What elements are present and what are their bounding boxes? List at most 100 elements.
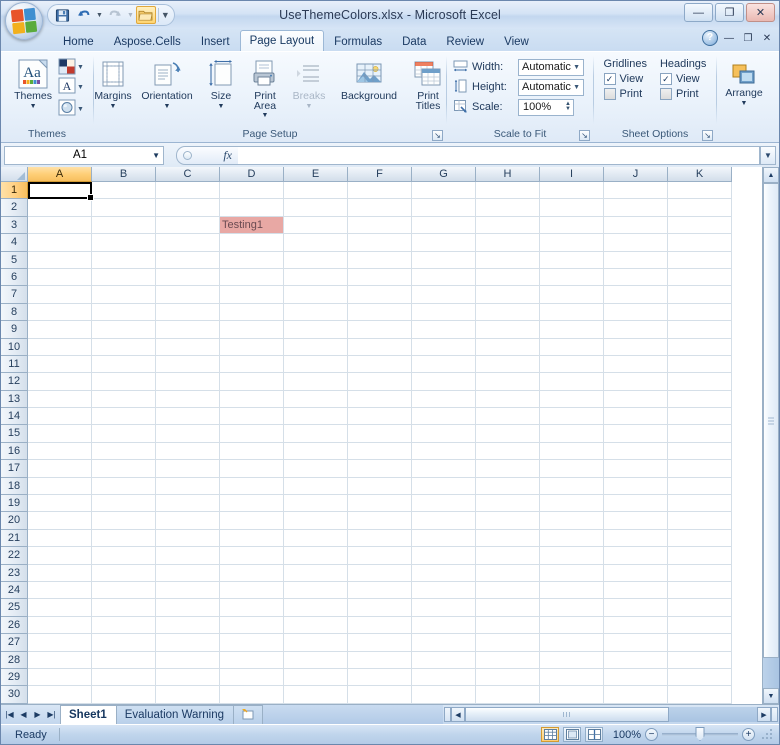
cell-I2[interactable] xyxy=(540,199,604,217)
cell-E30[interactable] xyxy=(284,686,348,704)
cell-K14[interactable] xyxy=(668,408,732,426)
cell-F15[interactable] xyxy=(348,425,412,443)
cell-I27[interactable] xyxy=(540,634,604,652)
row-header-1[interactable]: 1 xyxy=(1,182,28,200)
cell-H21[interactable] xyxy=(476,529,540,548)
cell-A5[interactable] xyxy=(28,251,92,269)
cell-D25[interactable] xyxy=(220,599,284,617)
cell-I3[interactable] xyxy=(540,216,604,235)
row-header-25[interactable]: 25 xyxy=(1,599,28,617)
cell-H7[interactable] xyxy=(476,286,540,304)
cell-J5[interactable] xyxy=(604,251,668,269)
row-header-23[interactable]: 23 xyxy=(1,564,28,582)
cell-I6[interactable] xyxy=(540,268,604,287)
cell-F18[interactable] xyxy=(348,477,412,496)
cell-C23[interactable] xyxy=(156,564,220,582)
cell-C14[interactable] xyxy=(156,408,220,426)
cell-F29[interactable] xyxy=(348,668,412,687)
tab-view[interactable]: View xyxy=(494,31,539,51)
gridlines-view-row[interactable]: ✓ View xyxy=(603,73,647,85)
cell-E17[interactable] xyxy=(284,460,348,478)
cell-D15[interactable] xyxy=(220,425,284,443)
cell-C10[interactable] xyxy=(156,338,220,356)
vertical-scroll-thumb[interactable] xyxy=(763,183,779,658)
cell-A30[interactable] xyxy=(28,686,92,704)
row-header-12[interactable]: 12 xyxy=(1,373,28,391)
row-header-26[interactable]: 26 xyxy=(1,616,28,635)
cell-I16[interactable] xyxy=(540,442,604,461)
row-header-28[interactable]: 28 xyxy=(1,651,28,669)
cell-J29[interactable] xyxy=(604,668,668,687)
zoom-out-button[interactable]: − xyxy=(645,728,658,741)
row-header-9[interactable]: 9 xyxy=(1,321,28,339)
cell-B7[interactable] xyxy=(92,286,156,304)
cell-B20[interactable] xyxy=(92,512,156,530)
width-select[interactable]: Automatic ▼ xyxy=(518,58,584,76)
cell-A7[interactable] xyxy=(28,286,92,304)
cell-H13[interactable] xyxy=(476,390,540,409)
cell-K1[interactable] xyxy=(668,182,732,200)
cell-I22[interactable] xyxy=(540,547,604,565)
cell-A23[interactable] xyxy=(28,564,92,582)
cell-C28[interactable] xyxy=(156,651,220,669)
row-header-2[interactable]: 2 xyxy=(1,199,28,217)
row-header-29[interactable]: 29 xyxy=(1,668,28,687)
cell-D16[interactable] xyxy=(220,442,284,461)
cell-I26[interactable] xyxy=(540,616,604,635)
cell-F25[interactable] xyxy=(348,599,412,617)
row-header-8[interactable]: 8 xyxy=(1,303,28,322)
cell-A9[interactable] xyxy=(28,321,92,339)
cell-B15[interactable] xyxy=(92,425,156,443)
cell-J20[interactable] xyxy=(604,512,668,530)
cell-C24[interactable] xyxy=(156,581,220,600)
page-setup-dialog-launcher[interactable]: ↘ xyxy=(432,130,443,141)
cell-B8[interactable] xyxy=(92,303,156,322)
cell-D5[interactable] xyxy=(220,251,284,269)
cell-D21[interactable] xyxy=(220,529,284,548)
cell-A20[interactable] xyxy=(28,512,92,530)
cell-B6[interactable] xyxy=(92,268,156,287)
cell-B26[interactable] xyxy=(92,616,156,635)
cell-J9[interactable] xyxy=(604,321,668,339)
cell-B11[interactable] xyxy=(92,355,156,374)
cell-I13[interactable] xyxy=(540,390,604,409)
cell-D28[interactable] xyxy=(220,651,284,669)
cell-I11[interactable] xyxy=(540,355,604,374)
cell-J11[interactable] xyxy=(604,355,668,374)
cell-G20[interactable] xyxy=(412,512,476,530)
column-header-g[interactable]: G xyxy=(412,167,476,182)
cell-D9[interactable] xyxy=(220,321,284,339)
cell-E26[interactable] xyxy=(284,616,348,635)
cell-G26[interactable] xyxy=(412,616,476,635)
cell-E28[interactable] xyxy=(284,651,348,669)
cell-B14[interactable] xyxy=(92,408,156,426)
orientation-dropdown-icon[interactable]: ▼ xyxy=(164,103,171,110)
cell-A29[interactable] xyxy=(28,668,92,687)
cell-G24[interactable] xyxy=(412,581,476,600)
cell-A15[interactable] xyxy=(28,425,92,443)
cell-K23[interactable] xyxy=(668,564,732,582)
last-sheet-button[interactable]: ▶| xyxy=(45,708,58,722)
cell-D27[interactable] xyxy=(220,634,284,652)
cell-I8[interactable] xyxy=(540,303,604,322)
cell-B5[interactable] xyxy=(92,251,156,269)
themes-dropdown-icon[interactable]: ▼ xyxy=(30,103,37,110)
cell-I1[interactable] xyxy=(540,182,604,200)
restore-button[interactable]: ❐ xyxy=(715,3,744,22)
cell-K21[interactable] xyxy=(668,529,732,548)
cell-E4[interactable] xyxy=(284,234,348,252)
cell-C12[interactable] xyxy=(156,373,220,391)
cell-C8[interactable] xyxy=(156,303,220,322)
cell-J19[interactable] xyxy=(604,495,668,513)
cell-E25[interactable] xyxy=(284,599,348,617)
scale-stepper[interactable]: 100% ▲ ▼ xyxy=(518,98,574,116)
cell-D1[interactable] xyxy=(220,182,284,200)
tab-home[interactable]: Home xyxy=(53,31,104,51)
cell-B10[interactable] xyxy=(92,338,156,356)
cell-J21[interactable] xyxy=(604,529,668,548)
cell-F30[interactable] xyxy=(348,686,412,704)
cell-I4[interactable] xyxy=(540,234,604,252)
cell-F14[interactable] xyxy=(348,408,412,426)
minimize-button[interactable]: — xyxy=(684,3,713,22)
cell-F19[interactable] xyxy=(348,495,412,513)
